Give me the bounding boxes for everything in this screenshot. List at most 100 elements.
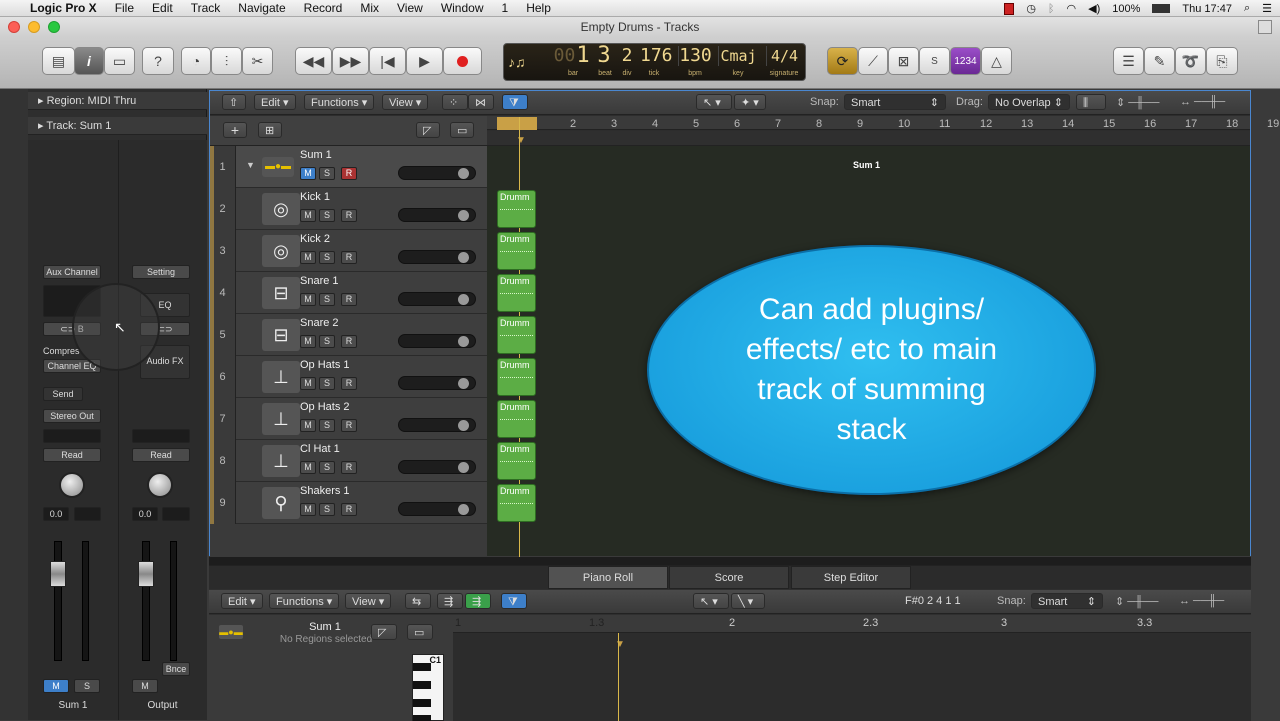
close-window-icon[interactable] [8, 21, 20, 33]
piano-playhead-marker-icon[interactable]: ▼ [615, 639, 625, 650]
track-name[interactable]: Cl Hat 1 [300, 443, 340, 455]
track-name[interactable]: Snare 1 [300, 275, 339, 287]
volume-knob[interactable] [458, 168, 469, 179]
wifi-icon[interactable]: ◠ [1067, 2, 1077, 15]
edit-menu[interactable]: Edit ▾ [254, 94, 296, 110]
piano-keyboard[interactable]: C1 [412, 654, 444, 721]
track-mute-button[interactable]: M [300, 503, 316, 516]
waveform-zoom-button[interactable]: ⫼ [1076, 94, 1106, 110]
track-inspector-header[interactable]: ▸ Track: Sum 1 [28, 117, 207, 135]
volume-knob[interactable] [458, 378, 469, 389]
track-volume-slider[interactable] [398, 418, 476, 432]
pan-knob[interactable] [59, 472, 85, 498]
track-record-button[interactable]: R [341, 377, 357, 390]
forward-button[interactable]: ▶▶ [332, 47, 369, 75]
hihat-icon[interactable]: ⊥ [262, 445, 300, 477]
library-button[interactable]: ▤ [42, 47, 75, 75]
piano-functions-menu[interactable]: Functions ▾ [269, 593, 340, 609]
track-name[interactable]: Op Hats 2 [300, 401, 350, 413]
channel-name-output[interactable]: Output [118, 700, 207, 711]
track-solo-button[interactable]: S [319, 293, 335, 306]
new-track-button[interactable]: + [223, 122, 247, 138]
menu-navigate[interactable]: Navigate [229, 1, 294, 15]
tab-piano-roll[interactable]: Piano Roll [548, 566, 668, 589]
loop-browser-button[interactable]: ➰ [1175, 47, 1206, 75]
track-volume-slider[interactable] [398, 292, 476, 306]
tuner-button[interactable]: ⟋ [858, 47, 888, 75]
mute-button-output[interactable]: M [132, 679, 158, 693]
track-header-row[interactable]: 3 ◎ Kick 2MSR [210, 230, 487, 272]
volume-knob[interactable] [458, 336, 469, 347]
maracas-icon[interactable]: ⚲ [262, 487, 300, 519]
track-solo-button[interactable]: S [319, 335, 335, 348]
channel-name[interactable]: Sum 1 [28, 700, 118, 711]
piano-view-menu[interactable]: View ▾ [345, 593, 392, 609]
midi-region[interactable]: Drumm [497, 274, 536, 312]
solo-button[interactable]: S [74, 679, 100, 693]
lcd-key[interactable]: Cmaj [718, 46, 758, 66]
piano-pencil-tool[interactable]: ╲ ▾ [731, 593, 765, 609]
bounce-button[interactable]: Bnce [162, 662, 190, 676]
region-inspector-header[interactable]: ▸ Region: MIDI Thru [28, 92, 207, 110]
lcd-tempo[interactable]: 130 [678, 46, 712, 66]
track-record-button[interactable]: R [341, 335, 357, 348]
rewind-button[interactable]: ◀◀ [295, 47, 332, 75]
secondary-tool-menu[interactable]: ✦ ▾ [734, 94, 766, 110]
volume-readout[interactable]: 0.0 [43, 507, 69, 521]
track-volume-slider[interactable] [398, 460, 476, 474]
piano-playhead[interactable] [618, 633, 619, 721]
quick-help-button[interactable]: ? [142, 47, 174, 75]
track-solo-button[interactable]: S [319, 461, 335, 474]
track-record-button[interactable]: R [341, 251, 357, 264]
flex-button[interactable]: ⋈ [468, 94, 494, 110]
midi-region[interactable]: Drumm [497, 190, 536, 228]
zoom-window-icon[interactable] [48, 21, 60, 33]
aux-channel-label[interactable]: Aux Channel [43, 265, 101, 279]
lcd-signature[interactable]: 4/4 [766, 46, 802, 66]
battery-icon[interactable] [1152, 4, 1171, 13]
volume-knob[interactable] [458, 294, 469, 305]
pointer-tool-menu[interactable]: ↖ ▾ [696, 94, 732, 110]
track-header-row[interactable]: 5 ⊟ Snare 2MSR [210, 314, 487, 356]
panel-divider[interactable] [209, 557, 1251, 565]
track-volume-slider[interactable] [398, 250, 476, 264]
volume-knob[interactable] [458, 420, 469, 431]
piano-group-button[interactable]: ◸ [371, 624, 397, 640]
volume-knob[interactable] [458, 462, 469, 473]
cycle-region[interactable] [497, 117, 537, 130]
track-record-button[interactable]: R [341, 167, 357, 180]
solo-button[interactable]: S [919, 47, 950, 75]
track-solo-button[interactable]: S [319, 209, 335, 222]
track-name[interactable]: Kick 2 [300, 233, 330, 245]
volume-icon[interactable]: ◀) [1088, 2, 1100, 15]
track-mute-button[interactable]: M [300, 251, 316, 264]
vertical-zoom-slider[interactable]: ⇕ ─╫── [1116, 96, 1176, 109]
track-volume-slider[interactable] [398, 166, 476, 180]
midi-region[interactable]: Drumm [497, 232, 536, 270]
volume-fader-output[interactable] [138, 561, 154, 587]
snap-dropdown[interactable]: Smart ⇕ [844, 94, 946, 110]
track-header-row[interactable]: 4 ⊟ Snare 1MSR [210, 272, 487, 314]
track-header-row[interactable]: 7 ⊥ Op Hats 2MSR [210, 398, 487, 440]
volume-knob[interactable] [458, 252, 469, 263]
piano-link-button[interactable]: ⇶ [465, 593, 491, 609]
inspector-button[interactable]: i [74, 47, 104, 75]
track-record-button[interactable]: R [341, 209, 357, 222]
browsers-button[interactable]: ⎘ [1206, 47, 1238, 75]
mute-button[interactable]: M [43, 679, 69, 693]
track-record-button[interactable]: R [341, 419, 357, 432]
playhead-marker-icon[interactable]: ▼ [516, 135, 526, 146]
app-menu[interactable]: Logic Pro X [26, 1, 106, 15]
midi-region[interactable]: Drumm [497, 400, 536, 438]
global-tracks-button[interactable]: ⊞ [258, 122, 282, 138]
editors-button[interactable]: ✂ [242, 47, 273, 75]
toolbar-toggle-button[interactable]: ▭ [104, 47, 135, 75]
track-mute-button[interactable]: M [300, 461, 316, 474]
volume-knob[interactable] [458, 210, 469, 221]
go-to-beginning-button[interactable]: |◀ [369, 47, 406, 75]
volume-fader-track-output[interactable] [142, 541, 150, 661]
volume-readout-output[interactable]: 0.0 [132, 507, 158, 521]
track-name[interactable]: Op Hats 1 [300, 359, 350, 371]
send-slot[interactable]: Send [43, 387, 83, 401]
track-mute-button[interactable]: M [300, 293, 316, 306]
